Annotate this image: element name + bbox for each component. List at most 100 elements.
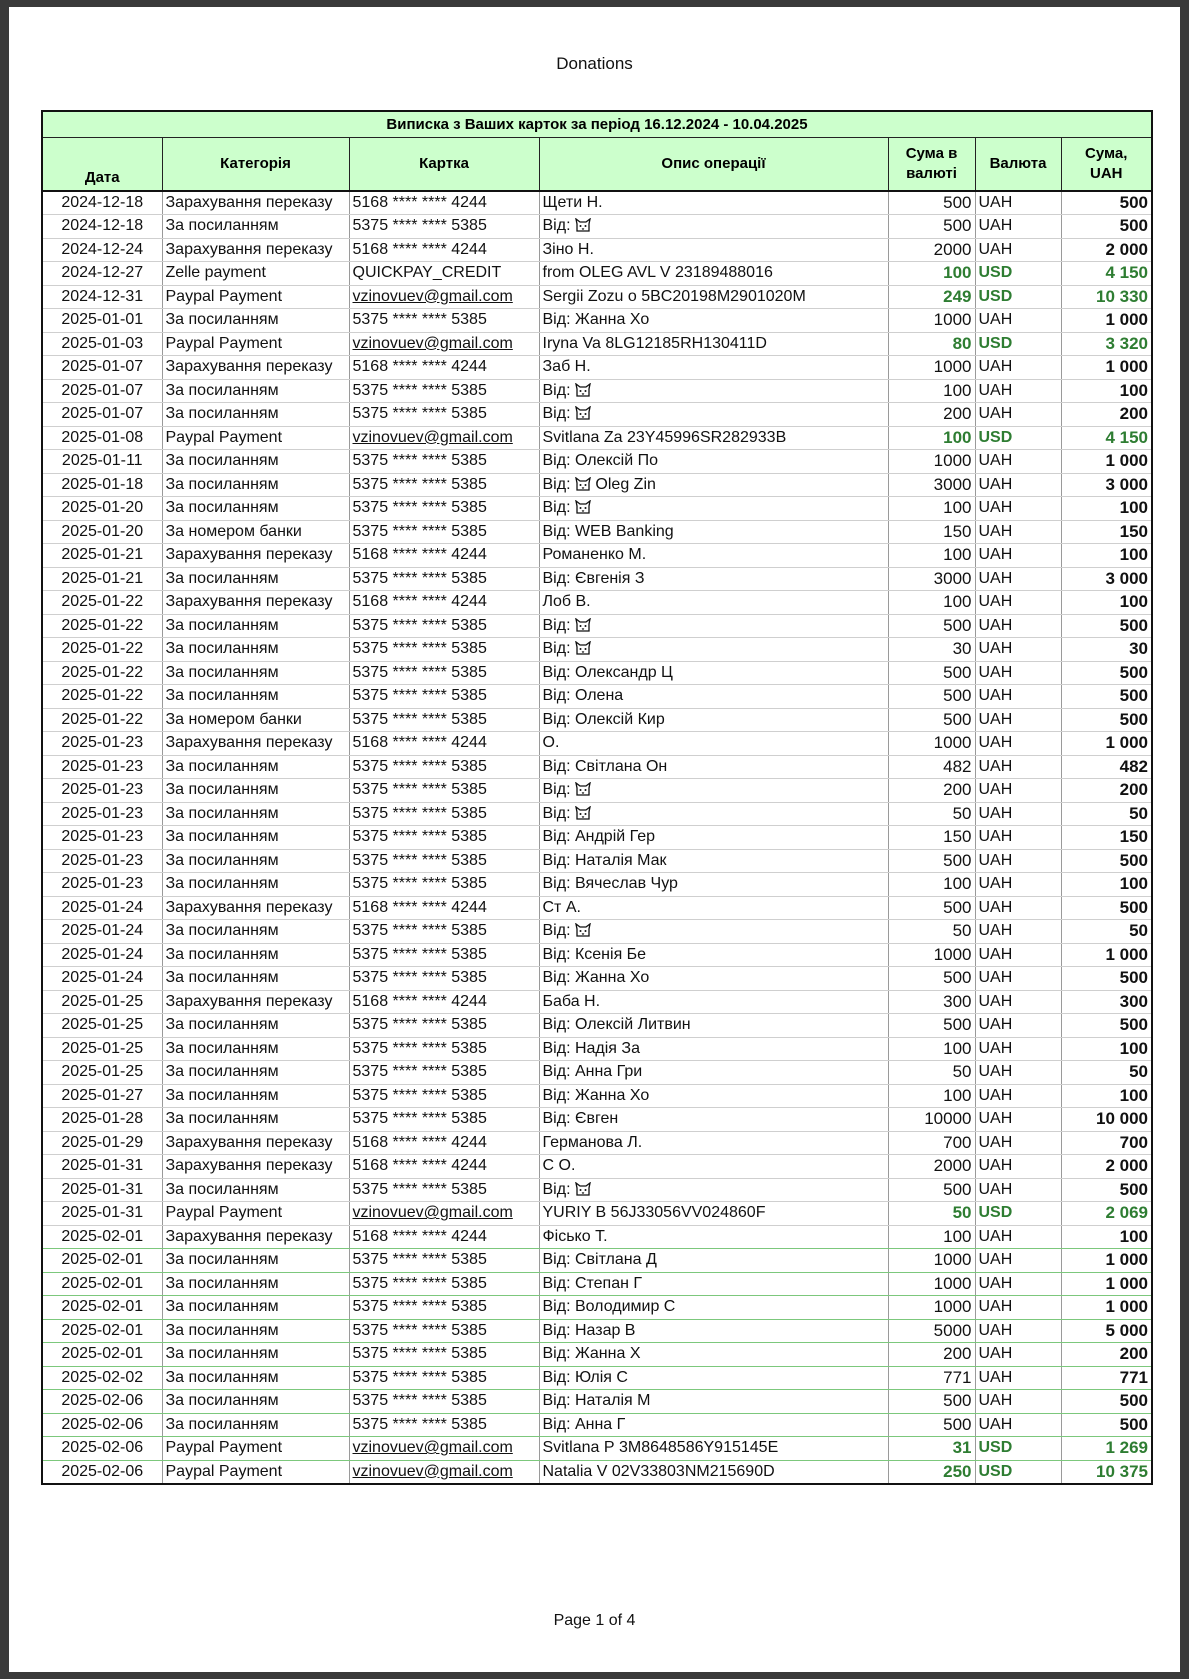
header-uah-line1: Сума, <box>1085 145 1128 162</box>
cell-description: from OLEG AVL V 23189488016 <box>539 261 889 286</box>
table-row: 2024-12-18 Зарахування переказу 5168 **** … <box>42 191 1152 215</box>
cell-amount-uah: 500 <box>1061 708 1152 732</box>
description-text: Від: Володимир С <box>542 1298 676 1316</box>
cat-icon <box>575 1181 591 1196</box>
cell-card: 5168 **** **** 4244 <box>349 1225 540 1249</box>
cell-card: 5375 **** **** 5385 <box>349 872 540 897</box>
description-text-after: Oleg Zin <box>595 475 656 493</box>
cell-currency: UAH <box>975 1013 1062 1038</box>
cell-description: Від: <box>539 496 889 521</box>
cell-description: Фісько Т. <box>539 1225 889 1249</box>
cell-category: За посиланням <box>162 614 350 638</box>
cell-description: Від: <box>539 919 889 944</box>
cell-card-email-link[interactable]: vzinovuev@gmail.com <box>349 426 540 450</box>
cell-category: За посиланням <box>162 379 350 403</box>
cell-description: Баба Н. <box>539 990 889 1014</box>
cell-amount-uah: 50 <box>1061 919 1152 944</box>
cell-amount: 200 <box>888 1342 976 1367</box>
table-row: 2025-01-22 За посиланням 5375 **** **** 53… <box>42 684 1152 709</box>
cell-category: Зарахування переказу <box>162 238 350 262</box>
description-text: Від: <box>542 616 571 634</box>
table-row: 2025-01-22 За посиланням 5375 **** **** 53… <box>42 614 1152 638</box>
cell-description: Від: Oleg Zin <box>539 473 889 497</box>
cell-card-email-link[interactable]: vzinovuev@gmail.com <box>349 1436 540 1461</box>
cell-card-email-link[interactable]: vzinovuev@gmail.com <box>349 1460 540 1484</box>
table-row: 2024-12-27 Zelle payment QUICKPAY_CREDIT fr… <box>42 261 1152 286</box>
cell-date: 2025-01-22 <box>42 637 163 662</box>
cell-card-email-link[interactable]: vzinovuev@gmail.com <box>349 332 540 356</box>
cell-amount: 700 <box>888 1131 976 1155</box>
table-row: 2025-02-01 За посиланням 5375 **** **** 53… <box>42 1342 1152 1367</box>
table-row: 2025-02-06 За посиланням 5375 **** **** 53… <box>42 1389 1152 1414</box>
cell-card: 5168 **** **** 4244 <box>349 990 540 1014</box>
cell-card: 5168 **** **** 4244 <box>349 590 540 615</box>
cell-date: 2025-02-06 <box>42 1413 163 1437</box>
description-text: Від: <box>542 781 571 799</box>
cell-category: За посиланням <box>162 825 350 850</box>
cell-amount: 500 <box>888 896 976 920</box>
cell-card: QUICKPAY_CREDIT <box>349 261 540 286</box>
cell-amount: 50 <box>888 919 976 944</box>
statement-rows: 2024-12-18 Зарахування переказу 5168 **** … <box>42 191 1152 1484</box>
cell-amount: 31 <box>888 1436 976 1461</box>
cell-card: 5375 **** **** 5385 <box>349 1319 540 1343</box>
table-row: 2025-02-01 За посиланням 5375 **** **** 53… <box>42 1248 1152 1273</box>
table-row: 2025-01-07 За посиланням 5375 **** **** 53… <box>42 402 1152 427</box>
header-uah: Сума, UAH <box>1061 137 1152 192</box>
cell-card-email-link[interactable]: vzinovuev@gmail.com <box>349 1201 540 1226</box>
cell-description: Від: <box>539 614 889 638</box>
cell-category: За посиланням <box>162 1342 350 1367</box>
description-text: Ст А. <box>542 898 581 916</box>
cell-category: Зарахування переказу <box>162 543 350 568</box>
cell-amount-uah: 3 320 <box>1061 332 1152 356</box>
cell-card: 5375 **** **** 5385 <box>349 1037 540 1061</box>
cell-date: 2025-01-03 <box>42 332 163 356</box>
description-text: Від: Надія За <box>542 1039 640 1057</box>
cell-description: Лоб В. <box>539 590 889 615</box>
cell-description: Від: Олексій Кир <box>539 708 889 732</box>
table-row: 2025-01-31 За посиланням 5375 **** **** 53… <box>42 1178 1152 1202</box>
table-row: 2025-01-23 За посиланням 5375 **** **** 53… <box>42 872 1152 897</box>
cell-card-email-link[interactable]: vzinovuev@gmail.com <box>349 285 540 309</box>
table-row: 2025-01-22 За номером банки 5375 **** ****… <box>42 708 1152 732</box>
cell-date: 2025-01-28 <box>42 1107 163 1132</box>
cell-date: 2025-01-08 <box>42 426 163 450</box>
cell-category: За номером банки <box>162 708 350 732</box>
description-text: Від: Жанна Хо <box>542 1086 650 1104</box>
cell-amount: 200 <box>888 778 976 803</box>
description-text: Від: <box>542 475 571 493</box>
cell-amount-uah: 700 <box>1061 1131 1152 1155</box>
description-text: from OLEG AVL V 23189488016 <box>542 264 773 282</box>
cell-category: За посиланням <box>162 1013 350 1038</box>
cell-amount-uah: 100 <box>1061 872 1152 897</box>
table-row: 2025-01-31 Зарахування переказу 5168 **** … <box>42 1154 1152 1179</box>
description-text: Від: Олексій Литвин <box>542 1016 691 1034</box>
cell-amount-uah: 1 000 <box>1061 355 1152 380</box>
cell-date: 2024-12-31 <box>42 285 163 309</box>
header-amount-line1: Сума в <box>905 145 958 162</box>
cell-description: Svitlana Р 3M8648586Y915145E <box>539 1436 889 1461</box>
cell-card: 5375 **** **** 5385 <box>349 684 540 709</box>
cell-date: 2025-01-31 <box>42 1201 163 1226</box>
cell-date: 2025-01-22 <box>42 590 163 615</box>
cell-amount: 500 <box>888 191 976 215</box>
cell-currency: UAH <box>975 1319 1062 1343</box>
cell-date: 2025-01-22 <box>42 684 163 709</box>
cell-description: Від: Володимир С <box>539 1295 889 1320</box>
cell-card: 5375 **** **** 5385 <box>349 379 540 403</box>
description-text: Від: Жанна Хо <box>542 311 650 329</box>
cell-amount-uah: 100 <box>1061 379 1152 403</box>
cell-amount-uah: 500 <box>1061 1178 1152 1202</box>
cell-date: 2025-02-06 <box>42 1460 163 1484</box>
cell-card: 5375 **** **** 5385 <box>349 966 540 991</box>
cell-date: 2025-02-02 <box>42 1366 163 1390</box>
cell-card: 5375 **** **** 5385 <box>349 1389 540 1414</box>
description-text: Від: Наталія Мак <box>542 851 667 869</box>
table-row: 2025-02-06 Paypal Payment vzinovuev@gmail.… <box>42 1460 1152 1484</box>
cell-amount-uah: 771 <box>1061 1366 1152 1390</box>
cell-amount-uah: 500 <box>1061 214 1152 239</box>
cell-date: 2025-02-06 <box>42 1389 163 1414</box>
cell-date: 2025-01-24 <box>42 919 163 944</box>
cell-amount-uah: 2 000 <box>1061 1154 1152 1179</box>
cat-icon <box>575 406 591 420</box>
